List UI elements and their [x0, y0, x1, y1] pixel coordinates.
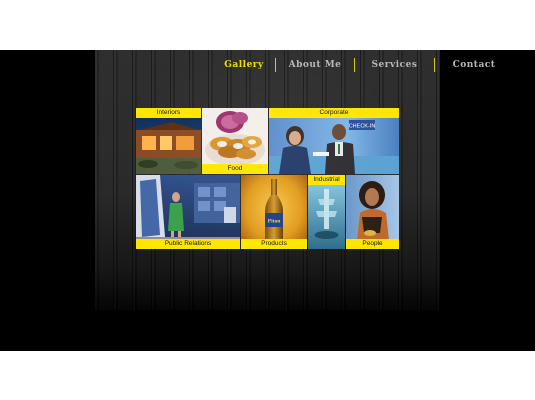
industrial-photo	[308, 175, 345, 249]
products-photo: Piton	[241, 175, 307, 249]
public-relations-photo	[136, 175, 240, 249]
nav-services[interactable]: Services	[355, 60, 434, 70]
tile-public-relations[interactable]: Public Relations	[136, 175, 240, 249]
tile-people[interactable]: People	[346, 175, 399, 249]
tile-label-corporate: Corporate	[269, 108, 399, 118]
tile-label-industrial: Industrial	[308, 175, 345, 185]
tile-products[interactable]: Piton Products	[241, 175, 307, 249]
nav-separator	[434, 58, 435, 72]
main-nav: Gallery About Me Services Contact	[213, 56, 513, 74]
checkin-sign-text: CHECK-IN	[349, 124, 376, 130]
tile-food[interactable]: Food	[202, 108, 268, 174]
nav-gallery[interactable]: Gallery	[213, 60, 275, 70]
tile-label-people: People	[346, 239, 399, 249]
tile-industrial[interactable]: Industrial	[308, 175, 345, 249]
nav-contact[interactable]: Contact	[435, 60, 513, 70]
nav-about-me[interactable]: About Me	[276, 60, 354, 70]
tile-label-products: Products	[241, 239, 307, 249]
nav-separator	[354, 58, 355, 72]
tile-interiors[interactable]: Interiors	[136, 108, 201, 174]
food-photo	[202, 108, 268, 174]
tile-corporate[interactable]: CHECK-IN Corporate	[269, 108, 399, 174]
nav-separator	[275, 58, 276, 72]
page-background: Gallery About Me Services Contact Interi…	[0, 50, 535, 351]
interiors-photo	[136, 108, 201, 174]
people-photo	[346, 175, 399, 249]
tile-label-food: Food	[202, 164, 268, 174]
tile-label-public-relations: Public Relations	[136, 239, 240, 249]
bottle-label-text: Piton	[268, 219, 281, 225]
corporate-photo: CHECK-IN	[269, 108, 399, 174]
wood-panel: Gallery About Me Services Contact Interi…	[95, 50, 495, 310]
tile-label-interiors: Interiors	[136, 108, 201, 118]
